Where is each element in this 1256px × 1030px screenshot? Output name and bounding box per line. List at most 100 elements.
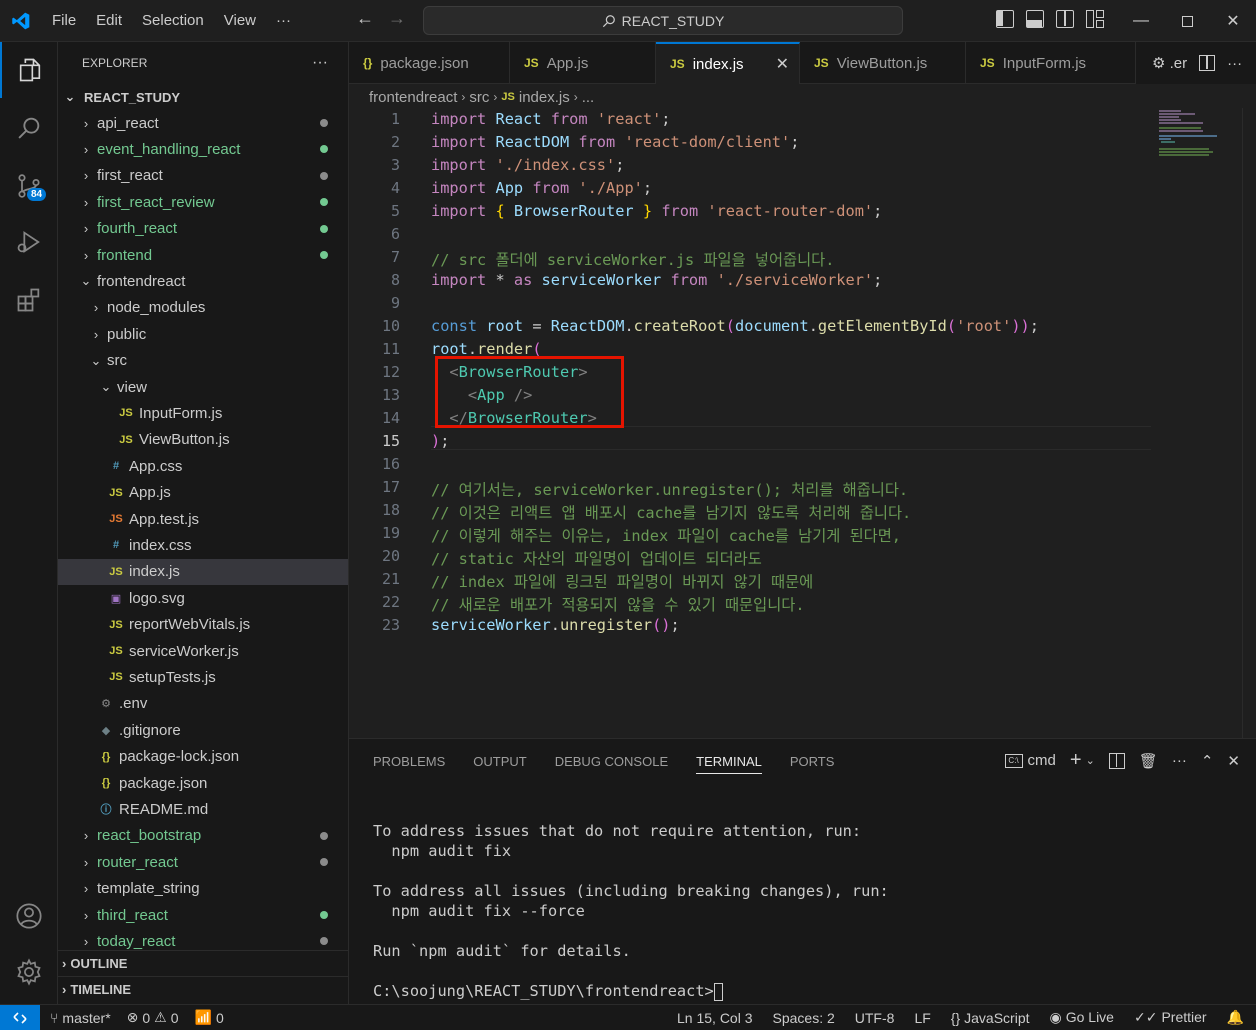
encoding[interactable]: UTF-8: [855, 1010, 895, 1026]
indentation[interactable]: Spaces: 2: [773, 1010, 835, 1026]
minimap[interactable]: [1159, 108, 1219, 168]
menu-selection[interactable]: Selection: [132, 0, 214, 42]
tree-folder[interactable]: ⌄ view: [58, 374, 348, 400]
run-debug-icon[interactable]: [0, 214, 58, 270]
outline-section[interactable]: › OUTLINE: [58, 950, 348, 976]
trash-icon[interactable]: 🗑: [1139, 752, 1158, 770]
menu-edit[interactable]: Edit: [86, 0, 132, 42]
workspace-root[interactable]: ⌄ REACT_STUDY: [58, 84, 348, 110]
forward-arrow-icon[interactable]: →: [388, 8, 406, 29]
tree-file[interactable]: ▣ logo.svg: [58, 585, 348, 611]
tree-file[interactable]: {} package-lock.json: [58, 744, 348, 770]
tree-folder[interactable]: ⌄ src: [58, 348, 348, 374]
language-mode[interactable]: {} JavaScript: [951, 1010, 1030, 1026]
tree-folder[interactable]: › event_handling_react: [58, 136, 348, 162]
breadcrumb-item[interactable]: frontendreact: [369, 89, 457, 106]
code-editor[interactable]: 1 import React from 'react'; 2 import React…: [349, 108, 1256, 738]
tree-folder[interactable]: › react_bootstrap: [58, 823, 348, 849]
tree-file[interactable]: # index.css: [58, 532, 348, 558]
maximize-icon[interactable]: [1164, 0, 1210, 42]
terminal-shell-selector[interactable]: C:\ cmd: [1004, 752, 1056, 769]
split-editor-icon[interactable]: [1199, 55, 1216, 71]
prettier[interactable]: ✓✓ Prettier: [1134, 1009, 1207, 1026]
remote-indicator-icon[interactable]: [0, 1004, 40, 1030]
extensions-icon[interactable]: [0, 272, 58, 328]
split-terminal-icon[interactable]: [1108, 752, 1125, 769]
git-branch[interactable]: ⑂ master*: [50, 1010, 111, 1026]
tree-folder[interactable]: › first_react: [58, 163, 348, 189]
chevron-down-icon[interactable]: ⌄: [1086, 754, 1095, 767]
tree-folder[interactable]: › third_react: [58, 902, 348, 928]
tree-file[interactable]: # App.css: [58, 453, 348, 479]
menu-more[interactable]: ···: [266, 0, 301, 42]
explorer-icon[interactable]: [0, 42, 58, 98]
tree-file[interactable]: ⚙ .env: [58, 691, 348, 717]
tab-inputform-js[interactable]: JS InputForm.js: [966, 42, 1136, 84]
source-control-icon[interactable]: [0, 158, 58, 214]
close-tab-icon[interactable]: ✕: [776, 54, 789, 74]
tree-file[interactable]: JS serviceWorker.js: [58, 638, 348, 664]
account-icon[interactable]: [0, 888, 58, 944]
tab-app-js[interactable]: JS App.js: [510, 42, 656, 84]
command-center-search[interactable]: REACT_STUDY: [423, 6, 903, 35]
tree-file[interactable]: JS reportWebVitals.js: [58, 612, 348, 638]
tab-viewbutton-js[interactable]: JS ViewButton.js: [800, 42, 966, 84]
toggle-panel-icon[interactable]: [1026, 10, 1044, 28]
line-ending[interactable]: LF: [914, 1010, 930, 1026]
terminal-output[interactable]: To address issues that do not require at…: [373, 821, 889, 1001]
minimize-icon[interactable]: —: [1118, 0, 1164, 42]
tree-folder[interactable]: › public: [58, 321, 348, 347]
problems-indicator[interactable]: ⊗ 0 ⚠ 0: [127, 1009, 179, 1026]
tree-file[interactable]: ⓘ README.md: [58, 796, 348, 822]
more-actions-icon[interactable]: ···: [1227, 55, 1242, 72]
tree-folder[interactable]: › first_react_review: [58, 189, 348, 215]
ports-indicator[interactable]: 📶 0: [195, 1009, 224, 1026]
menu-view[interactable]: View: [214, 0, 266, 42]
go-live[interactable]: ◉ Go Live: [1050, 1009, 1114, 1026]
tree-file[interactable]: JS App.js: [58, 480, 348, 506]
maximize-panel-icon[interactable]: ⌃: [1201, 752, 1214, 770]
tree-folder[interactable]: › node_modules: [58, 295, 348, 321]
tab-ports[interactable]: PORTS: [790, 754, 835, 769]
tree-file[interactable]: ◆ .gitignore: [58, 717, 348, 743]
tree-folder[interactable]: › router_react: [58, 849, 348, 875]
tab-problems[interactable]: PROBLEMS: [373, 754, 445, 769]
new-terminal-plus-icon[interactable]: +: [1070, 749, 1082, 772]
tree-folder[interactable]: › fourth_react: [58, 216, 348, 242]
tree-file[interactable]: {} package.json: [58, 770, 348, 796]
menu-file[interactable]: File: [42, 0, 86, 42]
tree-file[interactable]: JS index.js: [58, 558, 348, 585]
tab-terminal[interactable]: TERMINAL: [696, 754, 762, 774]
toggle-primary-sidebar-icon[interactable]: [996, 10, 1014, 28]
back-arrow-icon[interactable]: ←: [356, 8, 374, 29]
breadcrumb-item[interactable]: src: [469, 89, 489, 106]
sidebar-more-actions[interactable]: ···: [312, 54, 328, 72]
tree-folder[interactable]: ⌄ frontendreact: [58, 268, 348, 294]
close-window-icon[interactable]: ✕: [1210, 0, 1256, 42]
cursor-position[interactable]: Ln 15, Col 3: [677, 1010, 753, 1026]
tab-debug-console[interactable]: DEBUG CONSOLE: [555, 754, 668, 769]
settings-gear-icon[interactable]: [0, 944, 58, 1000]
search-view-icon[interactable]: [0, 100, 58, 156]
tree-file[interactable]: JS ViewButton.js: [58, 427, 348, 453]
tree-folder[interactable]: › template_string: [58, 876, 348, 902]
more-actions-icon[interactable]: ···: [1172, 752, 1187, 769]
tab-package-json[interactable]: {} package.json: [349, 42, 510, 84]
tree-folder[interactable]: › api_react: [58, 110, 348, 136]
tree-folder[interactable]: › frontend: [58, 242, 348, 268]
editor-scrollbar[interactable]: [1242, 108, 1256, 738]
tab-index-js[interactable]: JS index.js ✕: [656, 42, 800, 84]
breadcrumb-item[interactable]: ...: [582, 89, 595, 106]
notifications-bell-icon[interactable]: 🔔: [1227, 1009, 1244, 1026]
breadcrumb-item[interactable]: index.js: [519, 89, 570, 106]
git-file-icon: ◆: [101, 724, 111, 737]
timeline-section[interactable]: › TIMELINE: [58, 976, 348, 1002]
toggle-secondary-sidebar-icon[interactable]: [1056, 10, 1074, 28]
overflow-tab[interactable]: ⚙ .er: [1152, 54, 1187, 72]
tree-file[interactable]: JS setupTests.js: [58, 664, 348, 690]
customize-layout-icon[interactable]: [1086, 10, 1104, 28]
close-panel-icon[interactable]: ✕: [1227, 752, 1240, 770]
tab-output[interactable]: OUTPUT: [473, 754, 526, 769]
tree-file[interactable]: JS App.test.js: [58, 506, 348, 532]
tree-file[interactable]: JS InputForm.js: [58, 400, 348, 426]
